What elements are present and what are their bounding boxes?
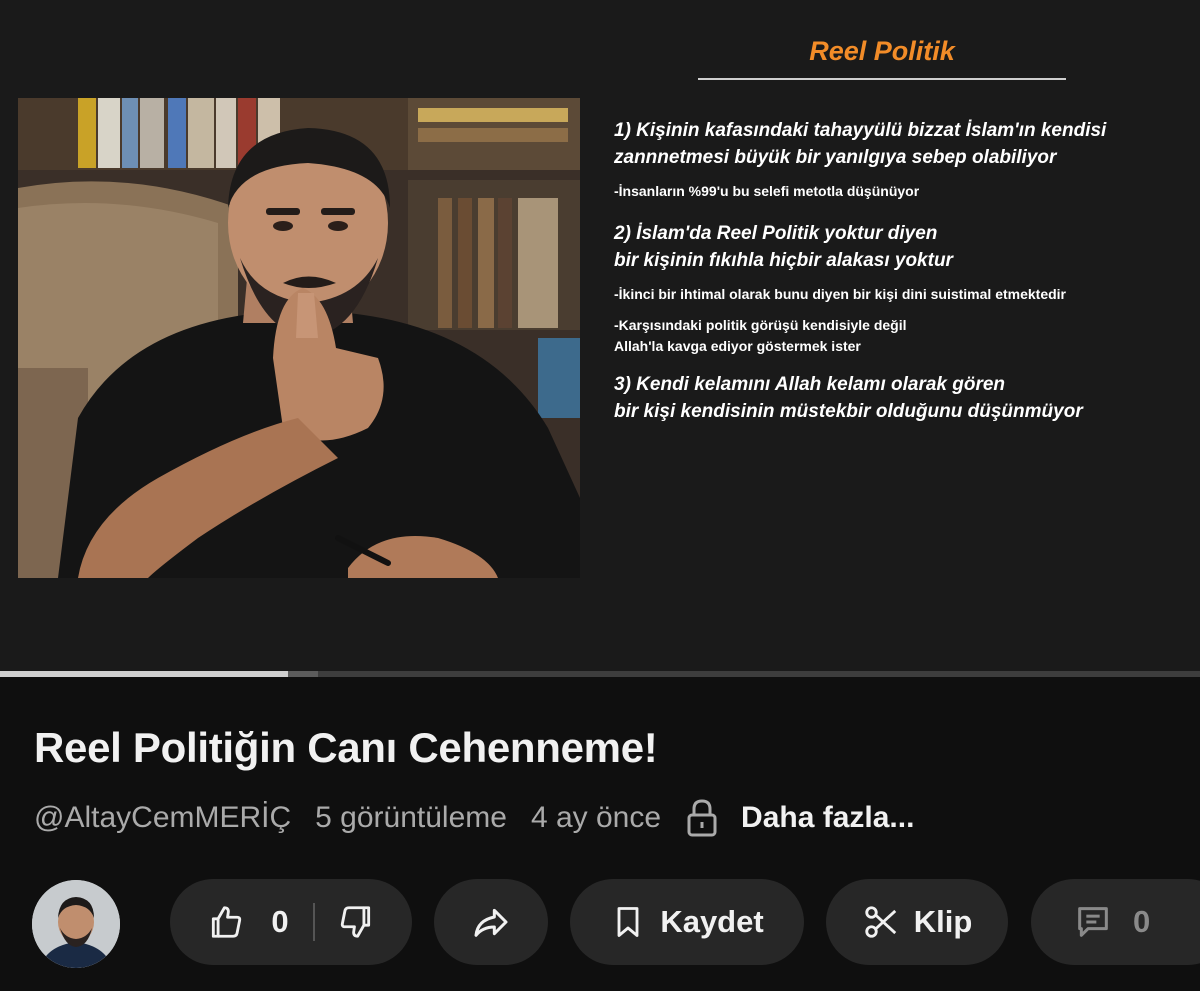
upload-age: 4 ay önce xyxy=(530,801,662,834)
clip-label: Klip xyxy=(913,904,973,939)
slide-note: -İkinci bir ihtimal olarak bunu diyen bi… xyxy=(614,286,1066,302)
channel-avatar[interactable] xyxy=(32,880,120,968)
comments-button[interactable]: 0 xyxy=(1031,879,1200,965)
slide-point-line: 1) Kişinin kafasındaki tahayyülü bizzat … xyxy=(614,120,1107,141)
video-progress-bar[interactable] xyxy=(0,671,1200,677)
slide-point-1: 1) Kişinin kafasındaki tahayyülü bizzat … xyxy=(614,117,1184,171)
video-title: Reel Politiğin Canı Cehenneme! xyxy=(34,724,658,771)
like-dislike-group: 0 xyxy=(170,879,412,965)
presenter-photo xyxy=(18,98,580,578)
share-button[interactable] xyxy=(434,879,548,965)
slide-body: 1) Kişinin kafasındaki tahayyülü bizzat … xyxy=(614,117,1184,425)
like-button[interactable]: 0 xyxy=(207,903,289,941)
slide-note: Allah'la kavga ediyor göstermek ister xyxy=(614,338,861,354)
comment-count: 0 xyxy=(1133,904,1151,939)
scissors-icon xyxy=(862,903,900,941)
clip-button[interactable]: Klip xyxy=(826,879,1008,965)
slide-point-line: 2) İslam'da Reel Politik yoktur diyen xyxy=(614,223,938,244)
like-divider xyxy=(312,903,315,941)
bookmark-icon xyxy=(610,903,646,941)
slide-point-line: bir kişinin fıkıhla hiçbir alakası yoktu… xyxy=(614,250,953,271)
slide-divider xyxy=(698,78,1066,80)
share-arrow-icon xyxy=(471,902,511,942)
slide-point-line: 3) Kendi kelamını Allah kelamı olarak gö… xyxy=(614,374,1006,395)
comment-icon xyxy=(1073,902,1113,942)
progress-played xyxy=(0,671,288,677)
video-player[interactable]: Reel Politik 1) Kişinin kafasındaki taha… xyxy=(0,0,1200,672)
show-more-link[interactable]: Daha fazla... xyxy=(741,801,914,835)
slide-note: -İnsanların %99'u bu selefi metotla düşü… xyxy=(614,183,920,199)
save-label: Kaydet xyxy=(660,904,764,939)
save-button[interactable]: Kaydet xyxy=(570,879,804,965)
slide-point-line: bir kişi kendisinin müstekbir olduğunu d… xyxy=(614,401,1083,422)
slide-point-2: 2) İslam'da Reel Politik yoktur diyen bi… xyxy=(614,220,1184,274)
thumbs-down-icon[interactable] xyxy=(337,903,375,941)
lock-icon xyxy=(685,798,719,838)
video-metadata[interactable]: @AltayCemMERİÇ 5 görüntüleme 4 ay önce D… xyxy=(34,798,938,838)
like-count: 0 xyxy=(271,904,289,939)
slide-point-line: zannnetmesi büyük bir yanılgıya sebep ol… xyxy=(614,147,1057,168)
view-count: 5 görüntüleme xyxy=(315,801,507,834)
slide-note: -Karşısındaki politik görüşü kendisiyle … xyxy=(614,317,907,333)
thumbs-up-icon xyxy=(207,903,245,941)
slide-point-3: 3) Kendi kelamını Allah kelamı olarak gö… xyxy=(614,371,1184,425)
slide-title: Reel Politik xyxy=(809,36,955,66)
channel-handle[interactable]: @AltayCemMERİÇ xyxy=(34,801,291,835)
